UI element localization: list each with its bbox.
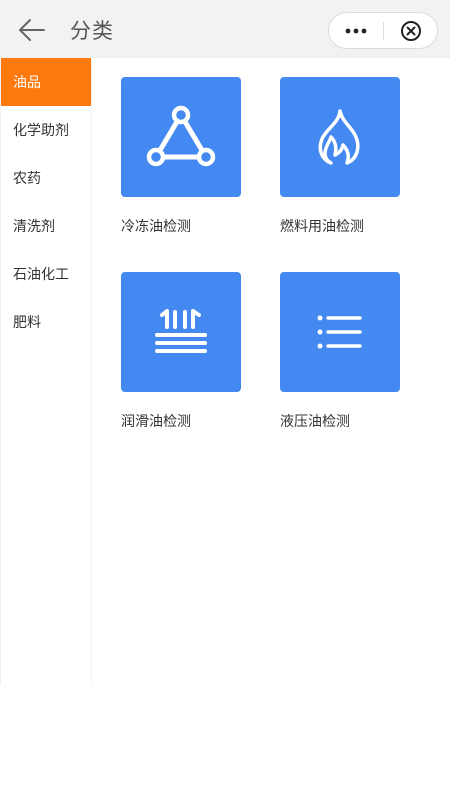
sidebar-item-fertilizers[interactable]: 肥料 (1, 298, 92, 346)
page-title: 分类 (70, 19, 114, 43)
list-icon (317, 315, 362, 349)
sidebar-item-label: 油品 (13, 75, 41, 91)
more-button[interactable] (329, 13, 383, 48)
triangle-network-icon (146, 105, 216, 167)
sidebar-item-cleaning-agents[interactable]: 清洗剂 (1, 202, 92, 250)
sidebar-item-chemical-additives[interactable]: 化学助剂 (1, 106, 92, 154)
category-tile (280, 77, 400, 197)
category-label: 冷冻油检测 (121, 219, 191, 235)
sidebar-item-petrochemicals[interactable]: 石油化工 (1, 250, 92, 298)
category-card-fuel-oil[interactable]: 燃料用油检测 (280, 77, 410, 236)
category-label: 燃料用油检测 (280, 219, 364, 235)
flame-icon (318, 109, 360, 165)
category-card-refrigeration-oil[interactable]: 冷冻油检测 (121, 77, 251, 236)
category-page: 分类 油品 化学助剂 农药 清洗剂 石油化工 肥料 冷冻油检测 燃料用油检测 润… (0, 0, 450, 800)
sidebar-item-label: 清洗剂 (13, 219, 55, 235)
category-card-hydraulic-oil[interactable]: 液压油检测 (280, 272, 410, 431)
lubrication-icon (155, 309, 207, 353)
category-sidebar: 油品 化学助剂 农药 清洗剂 石油化工 肥料 (0, 58, 92, 685)
sidebar-item-oil[interactable]: 油品 (1, 58, 92, 106)
back-button[interactable] (16, 16, 48, 44)
category-label: 液压油检测 (280, 414, 350, 430)
sidebar-item-label: 农药 (13, 171, 41, 187)
category-tile (121, 77, 241, 197)
more-dots-icon (345, 28, 367, 33)
header-bar: 分类 (0, 0, 450, 58)
close-circle-icon (401, 20, 421, 41)
category-tile (121, 272, 241, 392)
category-card-lubricating-oil[interactable]: 润滑油检测 (121, 272, 251, 431)
arrow-left-icon (19, 19, 45, 41)
sidebar-item-label: 石油化工 (13, 267, 69, 283)
close-button[interactable] (384, 13, 438, 48)
sidebar-item-label: 化学助剂 (13, 123, 69, 139)
category-grid: 冷冻油检测 燃料用油检测 润滑油检测 液压油检测 (91, 58, 450, 685)
mini-program-capsule (328, 12, 438, 49)
category-label: 润滑油检测 (121, 414, 191, 430)
sidebar-item-label: 肥料 (13, 315, 41, 331)
sidebar-item-pesticides[interactable]: 农药 (1, 154, 92, 202)
category-tile (280, 272, 400, 392)
